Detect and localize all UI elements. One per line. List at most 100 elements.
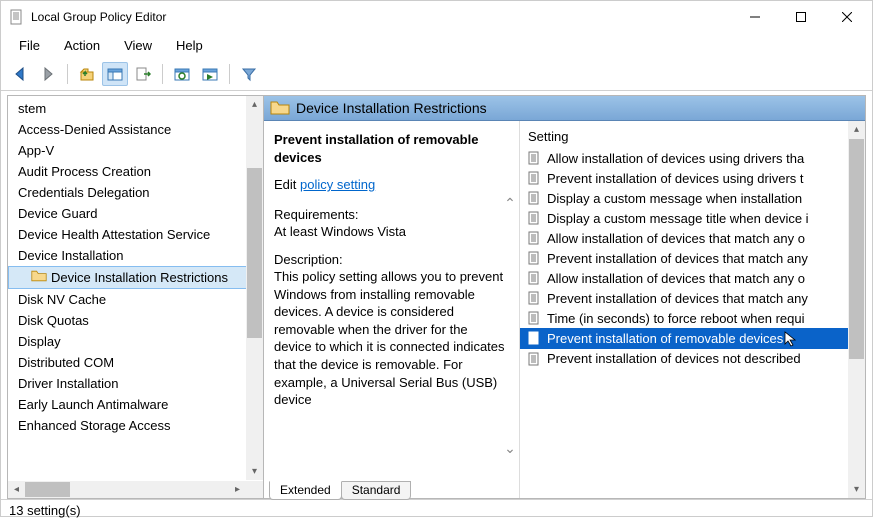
policy-setting-link[interactable]: policy setting bbox=[300, 177, 375, 192]
settings-list[interactable]: Allow installation of devices using driv… bbox=[520, 148, 848, 369]
menu-file[interactable]: File bbox=[9, 35, 50, 56]
policy-icon bbox=[526, 150, 542, 166]
tab-standard[interactable]: Standard bbox=[341, 481, 412, 500]
pane-title: Device Installation Restrictions bbox=[296, 100, 487, 116]
tree-item[interactable]: Device Guard bbox=[8, 203, 263, 224]
tree-item[interactable]: Device Health Attestation Service bbox=[8, 224, 263, 245]
setting-row[interactable]: Allow installation of devices that match… bbox=[520, 228, 848, 248]
scroll-up-icon: ▴ bbox=[252, 99, 257, 110]
tree-item[interactable]: Device Installation bbox=[8, 245, 263, 266]
tree-horizontal-scrollbar[interactable]: ◂ ▸ bbox=[8, 481, 246, 498]
up-button[interactable] bbox=[74, 62, 100, 86]
setting-label: Prevent installation of devices using dr… bbox=[547, 171, 804, 186]
tree-item[interactable]: Enhanced Storage Access bbox=[8, 415, 263, 436]
settings-vertical-scrollbar[interactable]: ▴ ▾ bbox=[848, 121, 865, 498]
tree-item[interactable]: Early Launch Antimalware bbox=[8, 394, 263, 415]
tree-item[interactable]: Driver Installation bbox=[8, 373, 263, 394]
policy-icon bbox=[526, 351, 542, 367]
policy-icon bbox=[526, 310, 542, 326]
status-bar: 13 setting(s) bbox=[1, 499, 872, 523]
tab-extended[interactable]: Extended bbox=[269, 481, 342, 500]
setting-row[interactable]: Allow installation of devices using driv… bbox=[520, 148, 848, 168]
description-text: This policy setting allows you to preven… bbox=[274, 268, 507, 408]
setting-row[interactable]: Prevent installation of devices that mat… bbox=[520, 288, 848, 308]
settings-column-header[interactable]: Setting bbox=[520, 121, 848, 148]
policy-icon bbox=[526, 210, 542, 226]
tree-item[interactable]: Credentials Delegation bbox=[8, 182, 263, 203]
setting-row[interactable]: Prevent installation of devices not desc… bbox=[520, 349, 848, 369]
folder-icon bbox=[31, 269, 47, 286]
navigation-tree[interactable]: stemAccess-Denied AssistanceApp-VAudit P… bbox=[8, 96, 264, 498]
folder-icon bbox=[270, 100, 290, 116]
tree-item[interactable]: Distributed COM bbox=[8, 352, 263, 373]
menu-bar: File Action View Help bbox=[1, 33, 872, 58]
view-tabs: Extended Standard bbox=[269, 481, 410, 500]
tree-item[interactable]: Disk NV Cache bbox=[8, 289, 263, 310]
status-text: 13 setting(s) bbox=[9, 503, 81, 518]
scroll-down-icon: ▾ bbox=[854, 484, 859, 495]
description-panel: Prevent installation of removable device… bbox=[264, 121, 519, 498]
tree-item[interactable]: Access-Denied Assistance bbox=[8, 119, 263, 140]
policy-title: Prevent installation of removable device… bbox=[274, 131, 507, 166]
scroll-up-icon: ⌃ bbox=[504, 194, 516, 213]
setting-row[interactable]: Display a custom message title when devi… bbox=[520, 208, 848, 228]
setting-label: Allow installation of devices using driv… bbox=[547, 151, 804, 166]
description-scroll-hints[interactable]: ⌃ ⌄ bbox=[501, 154, 519, 498]
setting-label: Allow installation of devices that match… bbox=[547, 271, 805, 286]
scroll-down-icon: ▾ bbox=[252, 466, 257, 477]
tree-item[interactable]: Audit Process Creation bbox=[8, 161, 263, 182]
policy-icon bbox=[526, 230, 542, 246]
menu-action[interactable]: Action bbox=[54, 35, 110, 56]
edit-label: Edit bbox=[274, 177, 296, 192]
scrollbar-thumb[interactable] bbox=[25, 482, 70, 497]
requirements-value: At least Windows Vista bbox=[274, 223, 507, 241]
requirements-label: Requirements: bbox=[274, 206, 507, 224]
minimize-button[interactable] bbox=[732, 2, 778, 32]
description-label: Description: bbox=[274, 251, 507, 269]
show-hide-tree-button[interactable] bbox=[102, 62, 128, 86]
setting-label: Allow installation of devices that match… bbox=[547, 231, 805, 246]
policy-icon bbox=[526, 170, 542, 186]
scrollbar-thumb[interactable] bbox=[247, 168, 262, 338]
properties-button[interactable] bbox=[197, 62, 223, 86]
setting-row[interactable]: Display a custom message when installati… bbox=[520, 188, 848, 208]
tree-item[interactable]: Disk Quotas bbox=[8, 310, 263, 331]
scrollbar-thumb[interactable] bbox=[849, 139, 864, 359]
tree-item[interactable]: stem bbox=[8, 98, 263, 119]
menu-help[interactable]: Help bbox=[166, 35, 213, 56]
back-button[interactable] bbox=[7, 62, 33, 86]
setting-label: Display a custom message when installati… bbox=[547, 191, 802, 206]
app-icon bbox=[9, 9, 25, 25]
policy-icon bbox=[526, 270, 542, 286]
export-list-button[interactable] bbox=[130, 62, 156, 86]
forward-button[interactable] bbox=[35, 62, 61, 86]
setting-row[interactable]: Prevent installation of removable device… bbox=[520, 328, 848, 349]
tree-item-label: Device Installation Restrictions bbox=[51, 270, 228, 285]
refresh-button[interactable] bbox=[169, 62, 195, 86]
setting-row[interactable]: Time (in seconds) to force reboot when r… bbox=[520, 308, 848, 328]
tree-vertical-scrollbar[interactable]: ▴ ▾ bbox=[246, 96, 263, 480]
policy-icon bbox=[526, 290, 542, 306]
setting-row[interactable]: Allow installation of devices that match… bbox=[520, 268, 848, 288]
setting-label: Display a custom message title when devi… bbox=[547, 211, 809, 226]
setting-row[interactable]: Prevent installation of devices that mat… bbox=[520, 248, 848, 268]
tree-item[interactable]: App-V bbox=[8, 140, 263, 161]
menu-view[interactable]: View bbox=[114, 35, 162, 56]
setting-label: Prevent installation of devices not desc… bbox=[547, 351, 801, 366]
scroll-down-icon: ⌄ bbox=[504, 439, 516, 458]
policy-icon bbox=[526, 190, 542, 206]
setting-row[interactable]: Prevent installation of devices using dr… bbox=[520, 168, 848, 188]
setting-label: Prevent installation of removable device… bbox=[547, 331, 783, 346]
setting-label: Prevent installation of devices that mat… bbox=[547, 291, 808, 306]
tree-item[interactable]: Display bbox=[8, 331, 263, 352]
toolbar bbox=[1, 58, 872, 91]
tree-item[interactable]: Device Installation Restrictions bbox=[8, 266, 263, 289]
maximize-button[interactable] bbox=[778, 2, 824, 32]
close-button[interactable] bbox=[824, 2, 870, 32]
title-bar: Local Group Policy Editor bbox=[1, 1, 872, 33]
cursor-icon bbox=[784, 330, 798, 347]
scroll-up-icon: ▴ bbox=[854, 124, 859, 135]
setting-label: Time (in seconds) to force reboot when r… bbox=[547, 311, 804, 326]
setting-label: Prevent installation of devices that mat… bbox=[547, 251, 808, 266]
filter-button[interactable] bbox=[236, 62, 262, 86]
